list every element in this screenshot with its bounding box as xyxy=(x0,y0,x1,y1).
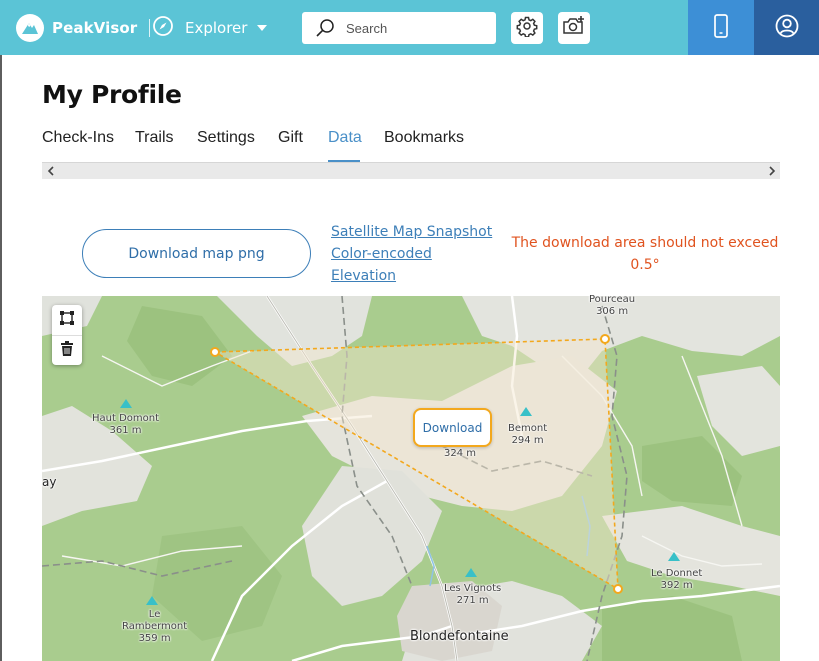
delete-shape-button[interactable] xyxy=(52,335,82,365)
search-input[interactable] xyxy=(346,20,486,36)
compass-icon xyxy=(152,15,174,41)
brand-divider xyxy=(149,19,151,37)
draw-polygon-button[interactable] xyxy=(52,305,82,335)
draw-polygon-icon xyxy=(59,310,75,330)
gear-icon xyxy=(516,15,538,41)
add-photo-button[interactable] xyxy=(558,12,590,44)
tab-gift[interactable]: Gift xyxy=(278,129,303,147)
tab-trails[interactable]: Trails xyxy=(135,129,174,147)
tabs-scrollbar[interactable] xyxy=(42,162,780,179)
peak-label-le-donnet: Le Donnet 392 m xyxy=(651,568,703,591)
elevation-link[interactable]: Elevation xyxy=(331,265,501,287)
selection-vertex[interactable] xyxy=(613,584,623,594)
brand-name: PeakVisor xyxy=(52,19,138,37)
account-button[interactable] xyxy=(754,0,819,55)
top-navigation-bar: PeakVisor Explorer xyxy=(0,0,819,55)
map-download-button[interactable]: Download xyxy=(413,408,492,447)
phone-icon xyxy=(712,13,730,43)
app-window: PeakVisor Explorer Search My Profile Che… xyxy=(0,0,819,661)
page-title: My Profile xyxy=(42,80,182,109)
window-left-edge xyxy=(0,55,2,661)
settings-button[interactable] xyxy=(511,12,543,44)
peak-label-le-rambermont: Le Rambermont 359 m xyxy=(122,609,188,644)
explorer-label: Explorer xyxy=(185,19,248,37)
terrain-map[interactable] xyxy=(42,296,780,661)
scroll-right-icon[interactable] xyxy=(763,163,780,180)
peak-label-haut-domont: Haut Domont 361 m xyxy=(92,413,160,436)
account-icon xyxy=(774,13,800,43)
peakvisor-logo-icon xyxy=(16,14,44,42)
town-label-blondefontaine: Blondefontaine xyxy=(410,629,509,644)
tab-data[interactable]: Data xyxy=(328,129,362,147)
download-area-warning: The download area should not exceed 0.5° xyxy=(511,235,779,273)
download-map-png-button[interactable]: Download map png xyxy=(82,229,311,278)
tab-settings[interactable]: Settings xyxy=(197,129,255,147)
map-draw-toolbar xyxy=(52,305,82,365)
tab-check-ins[interactable]: Check-Ins xyxy=(42,129,114,147)
selection-vertex[interactable] xyxy=(600,334,610,344)
trash-icon xyxy=(60,340,74,361)
satellite-snapshot-link[interactable]: Satellite Map Snapshot xyxy=(331,221,501,243)
search-box[interactable] xyxy=(302,12,496,44)
tab-bookmarks[interactable]: Bookmarks xyxy=(384,129,464,147)
selection-vertex[interactable] xyxy=(210,347,220,357)
explorer-dropdown[interactable]: Explorer xyxy=(152,15,268,41)
add-camera-icon xyxy=(562,15,586,41)
chevron-down-icon xyxy=(257,25,268,31)
scroll-left-icon[interactable] xyxy=(42,163,59,180)
map-type-links: Satellite Map Snapshot Color-encoded Ele… xyxy=(331,221,501,287)
mobile-app-button[interactable] xyxy=(688,0,754,55)
map-canvas xyxy=(42,296,780,661)
peak-label-324: 324 m xyxy=(444,448,477,459)
color-encoded-link[interactable]: Color-encoded xyxy=(331,243,501,265)
map-edge-label: ay xyxy=(42,475,57,489)
brand-link[interactable]: PeakVisor xyxy=(16,13,151,43)
peak-label-bemont: Bemont 294 m xyxy=(508,423,548,446)
peak-label-pourceau: Pourceau 306 m xyxy=(589,294,636,317)
peak-label-les-vignots: Les Vignots 271 m xyxy=(444,583,502,606)
search-icon xyxy=(314,17,336,39)
